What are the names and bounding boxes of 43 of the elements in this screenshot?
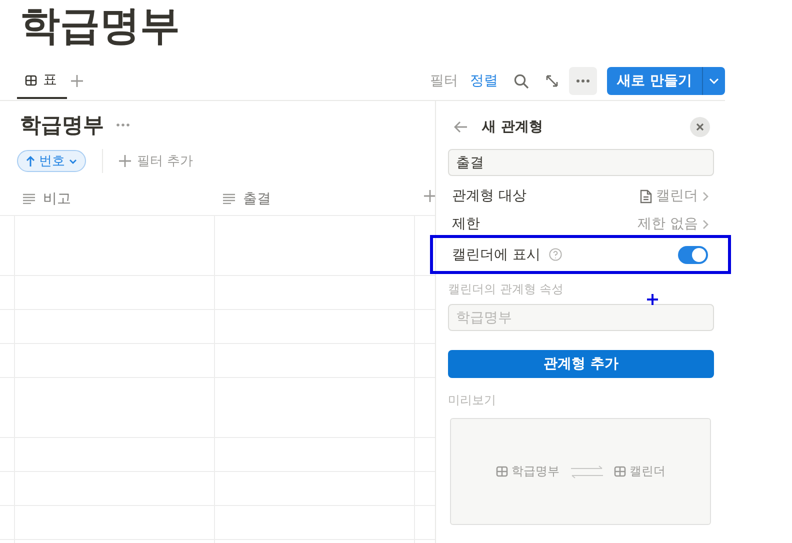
setting-label: 제한 — [452, 216, 480, 232]
table-icon — [496, 466, 508, 477]
document-icon — [640, 188, 652, 204]
view-title: 학급명부 — [20, 112, 104, 139]
chevron-right-icon — [702, 218, 709, 230]
add-view-icon[interactable] — [71, 75, 83, 87]
more-options-icon[interactable] — [569, 67, 598, 95]
text-property-icon — [22, 193, 36, 204]
more-options-icon[interactable] — [116, 123, 130, 127]
page-title: 학급명부 — [19, 2, 181, 51]
table-icon — [614, 466, 626, 477]
table-icon — [25, 74, 37, 86]
close-icon[interactable] — [690, 117, 710, 137]
target-database-label: 캘린더 — [630, 463, 666, 480]
arrow-up-icon — [26, 156, 35, 166]
field-label: 캘린더의 관계형 속성 — [448, 281, 564, 297]
setting-label: 캘린더에 표시 — [452, 246, 540, 262]
help-icon — [548, 248, 562, 260]
new-button[interactable]: 새로 만들기 — [607, 67, 702, 95]
preview-label: 미리보기 — [448, 392, 496, 408]
filter-button[interactable]: 필터 — [426, 72, 462, 90]
add-relation-button[interactable]: 관계형 추가 — [448, 350, 714, 378]
view-tab[interactable]: 표 — [17, 63, 67, 99]
related-property-field[interactable]: 학급명부 — [448, 304, 714, 331]
text-property-icon — [222, 193, 236, 204]
toggle-switch[interactable] — [678, 246, 708, 264]
column-header[interactable]: 비고 — [43, 190, 71, 208]
swap-arrows-icon — [570, 464, 604, 478]
setting-value[interactable]: 제한 없음 — [638, 215, 709, 233]
chevron-right-icon — [702, 190, 709, 202]
name-field[interactable]: 출결 — [448, 149, 714, 176]
chevron-down-icon — [69, 158, 77, 164]
crosshair-cursor-icon — [647, 294, 658, 305]
column-header[interactable]: 출결 — [243, 190, 271, 208]
add-column-icon[interactable] — [424, 190, 435, 202]
setting-value[interactable]: 캘린더 — [640, 187, 709, 205]
plus-icon — [119, 155, 131, 167]
panel-title: 새 관계형 — [482, 118, 544, 136]
sort-button[interactable]: 정렬 — [466, 72, 502, 90]
setting-label: 관계형 대상 — [452, 188, 526, 204]
sort-chip[interactable]: 번호 — [17, 150, 86, 172]
add-filter-button[interactable]: 필터 추가 — [119, 152, 194, 170]
source-database-label: 학급명부 — [512, 463, 560, 480]
